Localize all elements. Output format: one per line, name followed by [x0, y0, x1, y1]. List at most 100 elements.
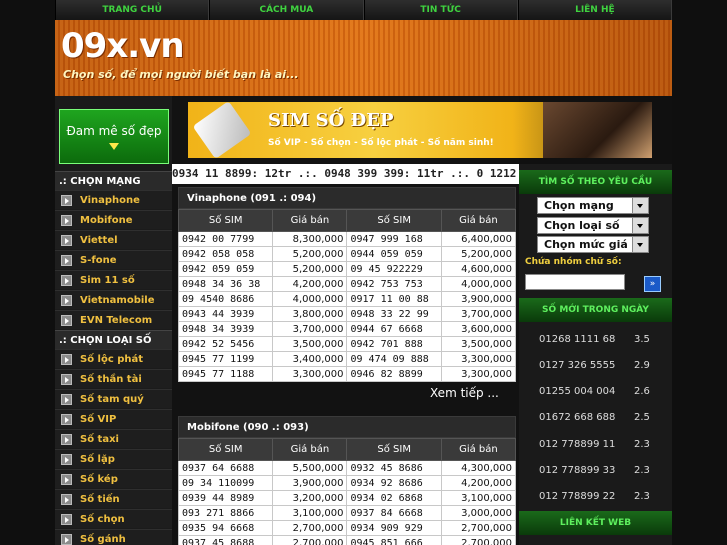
arrow-right-icon [61, 314, 72, 326]
sim-number[interactable]: 0947 999 168 [346, 231, 442, 247]
sim-number[interactable]: 0942 00 7799 [177, 231, 274, 247]
sim-price: 4,600,000 [440, 261, 517, 277]
new-number-item[interactable]: 012 778899 22 2.3 [519, 484, 672, 510]
new-number-item[interactable]: 012 778899 11 2.3 [519, 431, 672, 457]
menu-section-heading: .: CHỌN MẠNG [55, 171, 172, 190]
table-title[interactable]: Vinaphone (091 .: 094) [178, 187, 516, 209]
arrow-right-icon [61, 533, 72, 545]
site-logo[interactable]: 09x.vn [61, 26, 185, 66]
menu-item-label: Viettel [80, 234, 118, 246]
vinaphone-table-block: Vinaphone (091 .: 094) Số SIM Giá bán Số S… [177, 187, 517, 382]
menu-item-type-2[interactable]: Số tam quý [55, 389, 172, 408]
menu-item-network-0[interactable]: Vinaphone [55, 190, 172, 209]
sim-number[interactable]: 09 474 09 888 [346, 351, 442, 367]
sim-number[interactable]: 0942 753 753 [346, 276, 442, 292]
menu-item-type-9[interactable]: Số gánh [55, 529, 172, 545]
sim-number[interactable]: 0937 84 6668 [346, 505, 442, 521]
promo-box[interactable]: Đam mê số đẹp [59, 109, 169, 164]
sim-number[interactable]: 093 271 8866 [177, 505, 274, 521]
menu-item-type-3[interactable]: Số VIP [55, 409, 172, 428]
menu-item-type-4[interactable]: Số taxi [55, 429, 172, 448]
column-header: Số SIM [177, 438, 274, 461]
table-row: 0948 34 36 38 4,200,000 0942 753 753 4,000,… [177, 276, 517, 292]
menu-item-label: Mobifone [80, 214, 133, 226]
search-go-button[interactable]: » [644, 276, 661, 292]
arrow-right-icon [61, 433, 72, 445]
menu-item-network-5[interactable]: Vietnamobile [55, 290, 172, 309]
new-number-item[interactable]: 0127 326 5555 2.9 [519, 352, 672, 378]
sim-number[interactable]: 0942 058 058 [177, 246, 274, 262]
menu-item-network-1[interactable]: Mobifone [55, 210, 172, 229]
sim-number[interactable]: 0948 33 22 99 [346, 306, 442, 322]
menu-item-network-3[interactable]: S-fone [55, 250, 172, 269]
sim-number[interactable]: 0942 059 059 [177, 261, 274, 277]
menu-item-label: S-fone [80, 254, 117, 266]
sim-number[interactable]: 09 34 110099 [177, 475, 274, 491]
sim-card-icon [192, 100, 252, 160]
sim-number[interactable]: 0942 701 888 [346, 336, 442, 352]
menu-item-type-5[interactable]: Số lặp [55, 449, 172, 468]
new-number-item[interactable]: 01672 668 688 2.5 [519, 405, 672, 431]
sim-price: 3,400,000 [272, 351, 348, 367]
new-number: 01255 004 004 [539, 386, 616, 398]
new-number-item[interactable]: 01255 004 004 2.6 [519, 379, 672, 405]
sim-price: 4,200,000 [272, 276, 348, 292]
sim-number[interactable]: 0932 45 8686 [346, 460, 442, 476]
table-row: 0942 058 058 5,200,000 0944 059 059 5,200,0… [177, 246, 517, 262]
sim-number[interactable]: 0934 909 929 [346, 520, 442, 536]
sim-number[interactable]: 0946 82 8899 [346, 366, 442, 382]
arrow-right-icon [61, 393, 72, 405]
sim-price: 5,200,000 [440, 246, 517, 262]
menu-item-type-8[interactable]: Số chọn [55, 509, 172, 528]
see-more-link[interactable]: Xem tiếp ... [430, 386, 499, 400]
sim-price: 4,200,000 [440, 475, 517, 491]
nav-how-to-buy[interactable]: CÁCH MUA [209, 0, 364, 20]
menu-item-type-1[interactable]: Số thần tài [55, 369, 172, 388]
digit-group-input[interactable] [525, 274, 625, 290]
sim-number[interactable]: 0945 851 666 [346, 535, 442, 545]
new-number-price: 2.6 [634, 386, 650, 398]
sim-number[interactable]: 0943 44 3939 [177, 306, 274, 322]
menu-item-type-7[interactable]: Số tiến [55, 489, 172, 508]
select-type[interactable]: Chọn loại số [537, 217, 649, 234]
nav-news[interactable]: TIN TỨC [363, 0, 518, 20]
arrow-right-icon [61, 473, 72, 485]
new-number-item[interactable]: 012 778899 33 2.3 [519, 458, 672, 484]
menu-item-network-4[interactable]: Sim 11 số [55, 270, 172, 289]
select-network[interactable]: Chọn mạng [537, 197, 649, 214]
select-price[interactable]: Chọn mức giá [537, 236, 649, 253]
ad-banner[interactable]: SIM SỐ ĐẸP Số VIP - Số chọn - Số lộc phá… [188, 100, 652, 160]
column-header: Số SIM [177, 209, 274, 232]
sim-number[interactable]: 09 45 922229 [346, 261, 442, 277]
table-title[interactable]: Mobifone (090 .: 093) [178, 416, 516, 438]
menu-item-label: Số chọn [80, 513, 125, 525]
new-number-item[interactable]: 01268 1111 68 3.5 [519, 326, 672, 352]
sim-number[interactable]: 0944 67 6668 [346, 321, 442, 337]
menu-item-network-6[interactable]: EVN Telecom [55, 310, 172, 329]
sim-number[interactable]: 0934 02 6868 [346, 490, 442, 506]
menu-item-network-2[interactable]: Viettel [55, 230, 172, 249]
menu-item-type-0[interactable]: Số lộc phát [55, 349, 172, 368]
sim-number[interactable]: 0937 64 6688 [177, 460, 274, 476]
nav-contact[interactable]: LIÊN HỆ [517, 0, 672, 20]
sim-number[interactable]: 0917 11 00 88 [346, 291, 442, 307]
sim-number[interactable]: 0937 45 8688 [177, 535, 274, 545]
arrow-right-icon [61, 353, 72, 365]
sim-number[interactable]: 09 4540 8686 [177, 291, 274, 307]
sim-number[interactable]: 0942 52 5456 [177, 336, 274, 352]
arrow-right-icon [61, 513, 72, 525]
sim-number[interactable]: 0939 44 8989 [177, 490, 274, 506]
sim-number[interactable]: 0934 92 8686 [346, 475, 442, 491]
sim-number[interactable]: 0944 059 059 [346, 246, 442, 262]
menu-item-type-6[interactable]: Số kép [55, 469, 172, 488]
sim-number[interactable]: 0948 34 36 38 [177, 276, 274, 292]
sim-number[interactable]: 0935 94 6668 [177, 520, 274, 536]
sim-price: 8,300,000 [272, 231, 348, 247]
nav-home[interactable]: TRANG CHỦ [55, 0, 210, 20]
sim-number[interactable]: 0948 34 3939 [177, 321, 274, 337]
sim-number[interactable]: 0945 77 1199 [177, 351, 274, 367]
table-row: 0935 94 6668 2,700,000 0934 909 929 2,700,0… [177, 520, 517, 536]
sim-price: 3,500,000 [440, 336, 517, 352]
sim-number[interactable]: 0945 77 1188 [177, 366, 274, 382]
sim-price: 4,000,000 [272, 291, 348, 307]
